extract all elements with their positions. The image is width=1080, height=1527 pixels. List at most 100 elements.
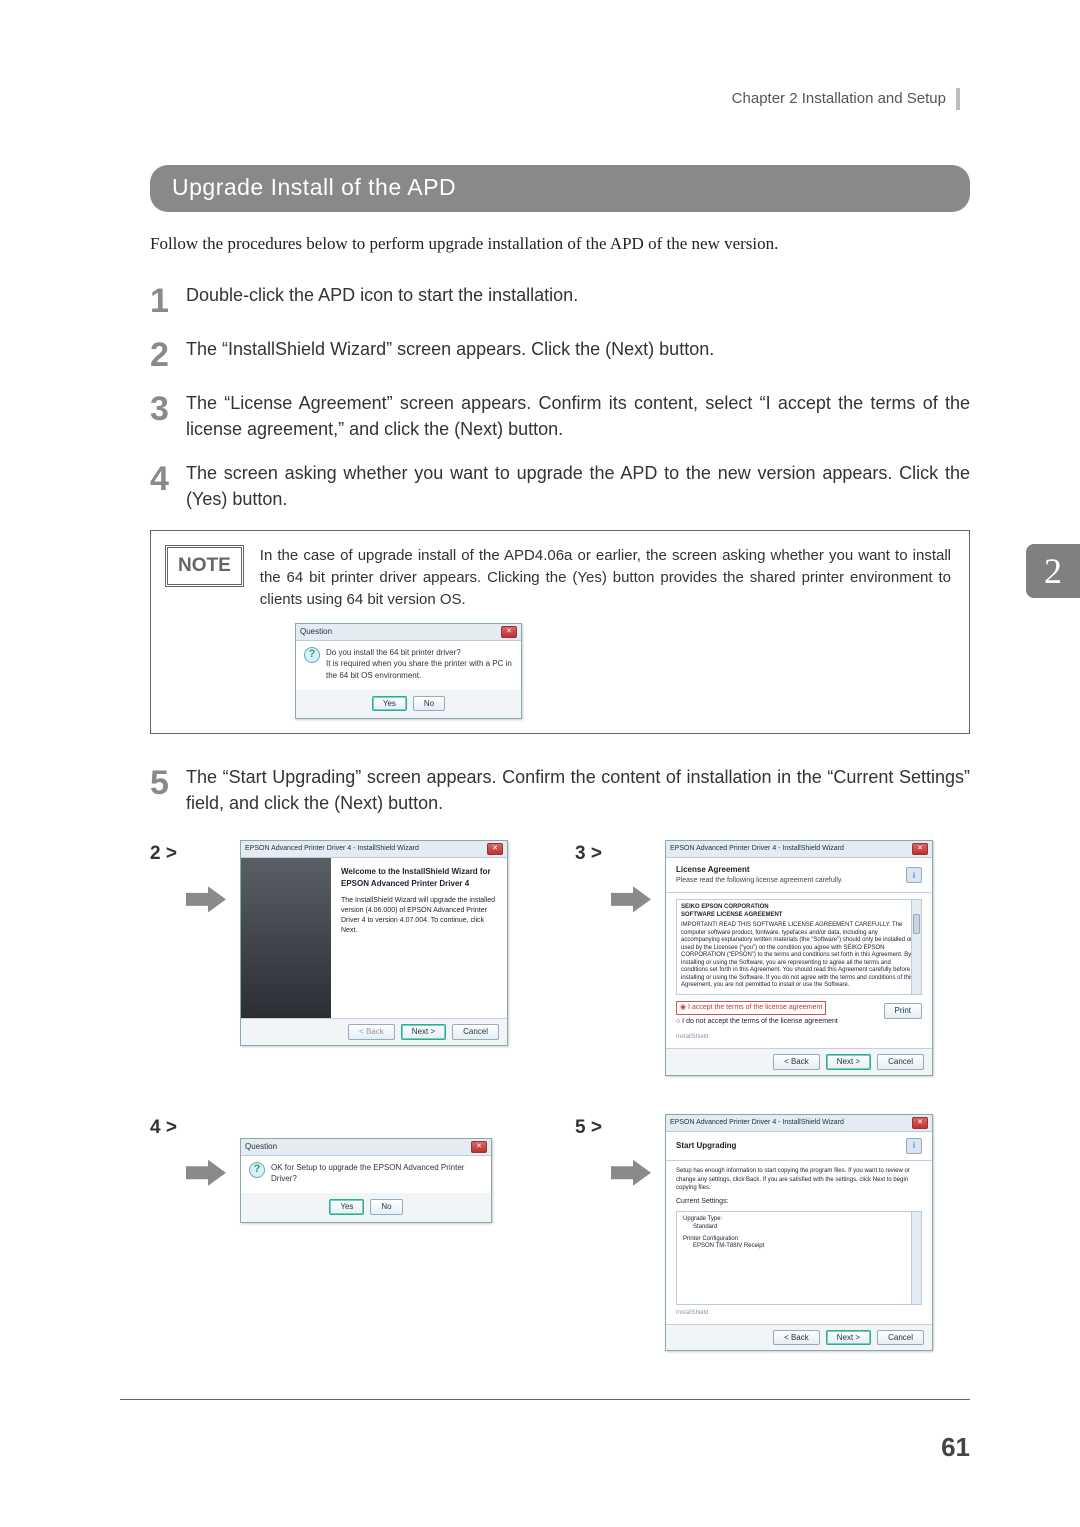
current-settings-label: Current Settings: xyxy=(676,1197,922,1207)
current-settings-box[interactable]: Upgrade Type: Standard Printer Configura… xyxy=(676,1211,922,1305)
print-button[interactable]: Print xyxy=(884,1003,922,1019)
scrollbar[interactable] xyxy=(911,1212,921,1304)
close-icon[interactable]: ✕ xyxy=(487,843,503,855)
footer-rule xyxy=(120,1399,970,1400)
screenshot-4: 4 > Question ✕ ? OK for Setup to upgrade… xyxy=(150,1114,545,1352)
cancel-button[interactable]: Cancel xyxy=(877,1054,924,1070)
dialog-body: ? OK for Setup to upgrade the EPSON Adva… xyxy=(241,1156,491,1193)
question-dialog-64bit: Question ✕ ? Do you install the 64 bit p… xyxy=(295,623,522,720)
dialog-msg-line-1: Do you install the 64 bit printer driver… xyxy=(326,647,513,659)
wizard-welcome-text: The InstallShield Wizard will upgrade th… xyxy=(341,896,497,937)
dialog-titlebar: EPSON Advanced Printer Driver 4 - Instal… xyxy=(666,841,932,858)
upgrade-type-label: Upgrade Type: xyxy=(683,1216,915,1224)
next-button[interactable]: Next > xyxy=(401,1024,446,1040)
info-icon: i xyxy=(906,1138,922,1154)
yes-button[interactable]: Yes xyxy=(329,1199,364,1215)
next-button[interactable]: Next > xyxy=(826,1054,871,1070)
screenshots-grid: 2 > EPSON Advanced Printer Driver 4 - In… xyxy=(150,840,970,1351)
wizard-subheader-title: License Agreement xyxy=(676,864,843,876)
close-icon[interactable]: ✕ xyxy=(501,626,517,638)
radio-accept[interactable]: ◉ I accept the terms of the license agre… xyxy=(676,1001,826,1015)
screenshot-5: 5 > EPSON Advanced Printer Driver 4 - In… xyxy=(575,1114,970,1352)
wizard-subheader: License Agreement Please read the follow… xyxy=(666,858,932,893)
step-4: 4 The screen asking whether you want to … xyxy=(150,460,970,512)
license-line-1: SEIKO EPSON CORPORATION xyxy=(681,904,917,912)
note-text: In the case of upgrade install of the AP… xyxy=(260,545,951,610)
question-upgrade-dialog: Question ✕ ? OK for Setup to upgrade the… xyxy=(240,1138,492,1223)
step-number: 4 xyxy=(150,460,186,496)
screenshot-3: 3 > EPSON Advanced Printer Driver 4 - In… xyxy=(575,840,970,1075)
license-textbox[interactable]: SEIKO EPSON CORPORATION SOFTWARE LICENSE… xyxy=(676,899,922,995)
step-text: The “Start Upgrading” screen appears. Co… xyxy=(186,764,970,816)
yes-button[interactable]: Yes xyxy=(372,696,407,712)
content-area: Upgrade Install of the APD Follow the pr… xyxy=(150,165,970,1351)
license-body: IMPORTANT! READ THIS SOFTWARE LICENSE AG… xyxy=(681,922,917,990)
question-icon: ? xyxy=(249,1162,265,1178)
screenshot-label: 2 > xyxy=(150,840,186,868)
note-box: NOTE In the case of upgrade install of t… xyxy=(150,530,970,734)
close-icon[interactable]: ✕ xyxy=(912,843,928,855)
step-3: 3 The “License Agreement” screen appears… xyxy=(150,390,970,442)
note-dialog: Question ✕ ? Do you install the 64 bit p… xyxy=(295,623,522,720)
step-text: The screen asking whether you want to up… xyxy=(186,460,970,512)
radio-decline[interactable]: ○ I do not accept the terms of the licen… xyxy=(676,1018,838,1025)
wizard-sidebar-image xyxy=(241,858,331,1018)
scrollbar[interactable] xyxy=(911,900,921,994)
step-2: 2 The “InstallShield Wizard” screen appe… xyxy=(150,336,970,372)
no-button[interactable]: No xyxy=(413,696,445,712)
dialog-buttons: Yes No xyxy=(296,690,521,719)
intro-text: Follow the procedures below to perform u… xyxy=(150,232,970,257)
printer-config-value: EPSON TM-T88IV Receipt xyxy=(683,1243,915,1251)
wizard-buttons: < Back Next > Cancel xyxy=(666,1048,932,1075)
dialog-titlebar: EPSON Advanced Printer Driver 4 - Instal… xyxy=(241,841,507,858)
info-icon: i xyxy=(906,867,922,883)
installshield-brand: InstallShield xyxy=(676,1309,922,1318)
section-heading-bg: Upgrade Install of the APD xyxy=(150,165,970,212)
dialog-title: EPSON Advanced Printer Driver 4 - Instal… xyxy=(670,844,844,854)
dialog-title: Question xyxy=(245,1141,277,1153)
step-5: 5 The “Start Upgrading” screen appears. … xyxy=(150,764,970,816)
cancel-button[interactable]: Cancel xyxy=(877,1330,924,1346)
step-text: The “InstallShield Wizard” screen appear… xyxy=(186,336,970,362)
no-button[interactable]: No xyxy=(370,1199,402,1215)
wizard-license-dialog: EPSON Advanced Printer Driver 4 - Instal… xyxy=(665,840,933,1075)
arrow-right-icon xyxy=(611,886,651,912)
page: Chapter 2 Installation and Setup 2 Upgra… xyxy=(0,0,1080,1527)
page-number: 61 xyxy=(941,1429,970,1467)
dialog-titlebar: EPSON Advanced Printer Driver 4 - Instal… xyxy=(666,1115,932,1132)
step-number: 2 xyxy=(150,336,186,372)
back-button[interactable]: < Back xyxy=(773,1330,820,1346)
dialog-titlebar: Question ✕ xyxy=(296,624,521,641)
screenshot-label: 5 > xyxy=(575,1114,611,1142)
wizard-subheader-title: Start Upgrading xyxy=(676,1140,736,1152)
close-icon[interactable]: ✕ xyxy=(912,1117,928,1129)
dialog-msg: OK for Setup to upgrade the EPSON Advanc… xyxy=(271,1162,483,1185)
printer-config-label: Printer Configuration xyxy=(683,1236,915,1244)
next-button[interactable]: Next > xyxy=(826,1330,871,1346)
wizard-subheader: Start Upgrading i xyxy=(666,1132,932,1161)
back-button[interactable]: < Back xyxy=(773,1054,820,1070)
question-icon: ? xyxy=(304,647,320,663)
cancel-button[interactable]: Cancel xyxy=(452,1024,499,1040)
dialog-body: ? Do you install the 64 bit printer driv… xyxy=(296,641,521,690)
dialog-msg-line-2: It is required when you share the printe… xyxy=(326,658,513,681)
installshield-brand: InstallShield xyxy=(676,1033,922,1042)
dialog-title: EPSON Advanced Printer Driver 4 - Instal… xyxy=(670,1118,844,1128)
back-button: < Back xyxy=(348,1024,395,1040)
steps-list-continued: 5 The “Start Upgrading” screen appears. … xyxy=(150,764,970,816)
wizard-start-upgrading-dialog: EPSON Advanced Printer Driver 4 - Instal… xyxy=(665,1114,933,1352)
scrollbar-thumb[interactable] xyxy=(913,914,920,934)
step-number: 5 xyxy=(150,764,186,800)
dialog-title: Question xyxy=(300,626,332,638)
license-line-2: SOFTWARE LICENSE AGREEMENT xyxy=(681,912,917,920)
steps-list: 1 Double-click the APD icon to start the… xyxy=(150,282,970,512)
wizard-welcome-dialog: EPSON Advanced Printer Driver 4 - Instal… xyxy=(240,840,508,1046)
chapter-side-tab: 2 xyxy=(1026,544,1080,598)
license-radio-group: ◉ I accept the terms of the license agre… xyxy=(676,1001,838,1027)
screenshot-label: 3 > xyxy=(575,840,611,868)
start-instruction: Setup has enough information to start co… xyxy=(676,1167,922,1193)
upgrade-type-value: Standard xyxy=(683,1224,915,1232)
step-1: 1 Double-click the APD icon to start the… xyxy=(150,282,970,318)
breadcrumb: Chapter 2 Installation and Setup xyxy=(732,88,960,110)
close-icon[interactable]: ✕ xyxy=(471,1141,487,1153)
